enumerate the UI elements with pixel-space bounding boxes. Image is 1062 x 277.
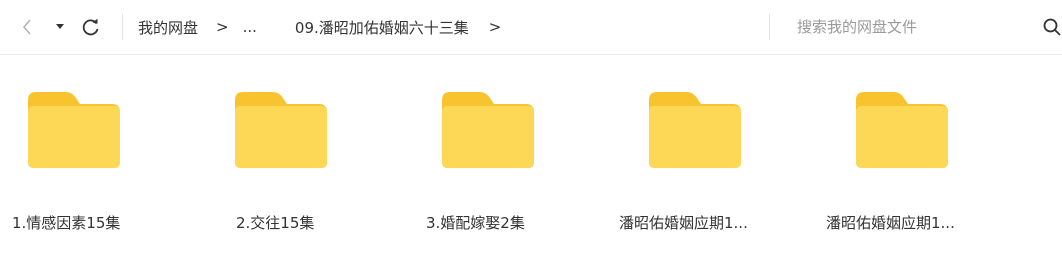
folder-name: 2.交往15集 <box>236 214 315 232</box>
folder-name: 3.婚配嫁娶2集 <box>426 214 525 232</box>
caret-down-icon <box>56 24 64 29</box>
folder-name: 潘昭佑婚姻应期1... <box>826 214 955 232</box>
folder-icon <box>442 92 534 168</box>
toolbar: 我的网盘 > ... 09.潘昭加佑婚姻六十三集 > <box>0 0 1062 55</box>
folder-item[interactable]: 潘昭佑婚姻应期1... <box>619 90 789 250</box>
search-divider <box>769 14 770 40</box>
breadcrumb: 我的网盘 > ... 09.潘昭加佑婚姻六十三集 > <box>138 14 515 40</box>
folder-item[interactable]: 2.交往15集 <box>219 90 389 250</box>
file-grid: 1.情感因素15集 2.交往15集 3.婚配嫁娶2集 潘昭佑婚姻应期1... 潘… <box>0 56 1062 277</box>
toolbar-divider <box>122 14 123 40</box>
back-button[interactable] <box>14 14 40 40</box>
breadcrumb-root[interactable]: 我的网盘 <box>138 17 198 38</box>
folder-item[interactable]: 潘昭佑婚姻应期1... <box>826 90 996 250</box>
refresh-icon <box>82 18 99 36</box>
folder-name: 潘昭佑婚姻应期1... <box>619 214 748 232</box>
folder-item[interactable]: 3.婚配嫁娶2集 <box>426 90 596 250</box>
breadcrumb-separator: > <box>216 18 229 36</box>
refresh-button[interactable] <box>78 14 104 40</box>
chevron-left-icon <box>22 19 31 35</box>
folder-icon <box>235 92 327 168</box>
breadcrumb-trailing-separator[interactable]: > <box>489 18 502 36</box>
folder-name: 1.情感因素15集 <box>12 214 121 232</box>
search-box <box>785 12 1061 42</box>
search-icon[interactable] <box>1043 18 1061 36</box>
folder-icon <box>856 92 948 168</box>
history-dropdown-button[interactable] <box>52 14 68 40</box>
folder-icon <box>28 92 120 168</box>
breadcrumb-ellipsis[interactable]: ... <box>243 18 257 36</box>
folder-item[interactable]: 1.情感因素15集 <box>12 90 182 250</box>
breadcrumb-current: 09.潘昭加佑婚姻六十三集 <box>294 18 469 37</box>
folder-icon <box>649 92 741 168</box>
search-input[interactable] <box>785 18 1035 36</box>
